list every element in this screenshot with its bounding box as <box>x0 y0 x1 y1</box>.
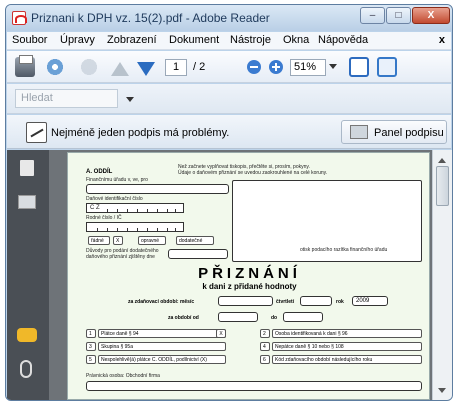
signature-pen-icon <box>350 125 368 139</box>
page-number-input[interactable]: 1 <box>165 59 187 76</box>
close-button[interactable]: X <box>412 7 450 24</box>
signature-message-bar: Nejméně jeden podpis má problémy. Panel … <box>7 115 451 149</box>
title-bar: Priznani k DPH vz. 15(2).pdf - Adobe Rea… <box>6 5 452 31</box>
year-label: rok <box>336 299 344 305</box>
row-label: Nespolehlivě(á) plátce C. ODDÍL, podílni… <box>98 355 226 364</box>
signature-panel-label: Panel podpisu <box>374 127 444 139</box>
row-label: Plátce daně § 94 <box>98 329 226 338</box>
row-number: 6 <box>260 355 270 364</box>
stamp-label: otisk podacího razítka finančního úřadu <box>300 247 388 253</box>
section-a-heading: A. ODDÍL <box>86 169 113 175</box>
row-label: Skupina § 95a <box>98 342 226 351</box>
row-number: 3 <box>86 342 96 351</box>
form-subtitle: k dani z přidané hodnoty <box>202 282 297 291</box>
row-label: Osoba identifikovaná k dani § 96 <box>272 329 422 338</box>
type-radne-checkbox[interactable]: X <box>113 236 123 245</box>
tax-office-field[interactable] <box>86 184 229 194</box>
rc-field[interactable] <box>86 222 184 232</box>
type-opravne-checkbox[interactable]: opravné <box>138 236 166 245</box>
pdf-page: Než začnete vyplňovat tiskopis, přečtěte… <box>67 152 430 400</box>
page-total: / 2 <box>193 61 206 73</box>
signatures-icon[interactable] <box>18 195 36 209</box>
fit-page-icon[interactable] <box>349 57 369 77</box>
row-number: 5 <box>86 355 96 364</box>
signature-message: Nejméně jeden podpis má problémy. <box>51 127 230 139</box>
search-input[interactable]: Hledat <box>15 89 118 108</box>
close-document-icon[interactable]: x <box>439 34 445 46</box>
period-to-label: do <box>271 315 278 321</box>
period-label: za zdaňovací období: měsíc <box>128 299 195 305</box>
menu-napoveda[interactable]: Nápověda <box>318 34 368 46</box>
window-title: Priznani k DPH vz. 15(2).pdf - Adobe Rea… <box>31 11 270 25</box>
quarter-label: čtvrtletí <box>276 299 295 305</box>
dic-field[interactable]: C Z <box>86 203 184 213</box>
year-field[interactable]: 2009 <box>352 296 388 306</box>
reader-window: Priznani k DPH vz. 15(2).pdf - Adobe Rea… <box>5 4 453 401</box>
zoom-select[interactable]: 51% <box>290 59 326 76</box>
period-from-field[interactable] <box>218 312 258 322</box>
signature-warning-icon <box>26 122 47 143</box>
find-bar: Hledat <box>7 84 451 114</box>
row-label: Kód zdaňovacího období následujícího rok… <box>272 355 422 364</box>
row-label: Nepátce daně § 10 nebo § 108 <box>272 342 422 351</box>
menu-nastroje[interactable]: Nástroje <box>230 34 271 46</box>
collaborate-icon[interactable] <box>79 57 99 77</box>
field-label: daňového přiznání zjištěny dne <box>86 254 155 260</box>
maximize-button[interactable]: □ <box>386 7 411 24</box>
row-number: 4 <box>260 342 270 351</box>
document-area: Než začnete vyplňovat tiskopis, přečtěte… <box>49 150 432 400</box>
period-from-label: za období od <box>168 315 199 321</box>
menu-dokument[interactable]: Dokument <box>169 34 219 46</box>
next-page-icon[interactable] <box>137 62 155 85</box>
menu-okna[interactable]: Okna <box>283 34 309 46</box>
scroll-up-icon[interactable] <box>438 154 446 163</box>
zoom-in-icon[interactable] <box>269 60 283 74</box>
form-title: PŘIZNÁNÍ <box>198 265 301 282</box>
scroll-thumb[interactable] <box>436 166 449 206</box>
attachments-icon[interactable] <box>20 360 32 378</box>
print-icon[interactable] <box>15 55 35 77</box>
adobe-reader-icon <box>12 11 27 25</box>
footer-label: Právnická osoba: Obchodní firma <box>86 373 160 379</box>
row-number: 1 <box>86 329 96 338</box>
zoom-dropdown-icon[interactable] <box>329 64 337 73</box>
toolbar: 1 / 2 51% <box>7 51 451 83</box>
search-options-icon[interactable] <box>126 97 134 106</box>
minimize-button[interactable]: – <box>360 7 385 24</box>
header-note: Údaje o daňovém přiznání se uvedou zaokr… <box>178 170 328 176</box>
menu-upravy[interactable]: Úpravy <box>60 34 95 46</box>
quarter-field[interactable] <box>300 296 332 306</box>
navigation-pane <box>7 150 49 400</box>
reasons-date-field[interactable] <box>168 249 228 259</box>
month-field[interactable] <box>218 296 273 306</box>
field-label: Finančnímu úřadu v, ve, pro <box>86 177 148 183</box>
field-label: Rodné číslo / IČ <box>86 215 122 221</box>
previous-page-icon[interactable] <box>111 53 129 76</box>
vertical-scrollbar[interactable] <box>432 150 452 400</box>
menu-soubor[interactable]: Soubor <box>12 34 47 46</box>
scroll-down-icon[interactable] <box>438 388 446 397</box>
period-to-field[interactable] <box>283 312 323 322</box>
pages-icon[interactable] <box>20 160 34 176</box>
type-radne-label: řádné <box>88 236 110 245</box>
full-screen-icon[interactable] <box>377 57 397 77</box>
type-dodatecne-checkbox[interactable]: dodatečné <box>176 236 214 245</box>
create-pdf-icon[interactable] <box>45 57 65 77</box>
row-number: 2 <box>260 329 270 338</box>
zoom-out-icon[interactable] <box>247 60 261 74</box>
row-checkbox[interactable]: X <box>216 329 226 338</box>
signature-panel-button[interactable]: Panel podpisu <box>341 120 447 144</box>
comments-icon[interactable] <box>17 328 37 342</box>
menu-zobrazeni[interactable]: Zobrazení <box>107 34 157 46</box>
menu-bar: Soubor Úpravy Zobrazení Dokument Nástroj… <box>7 32 451 50</box>
company-name-field[interactable] <box>86 381 422 391</box>
field-label: Daňové identifikační číslo <box>86 196 143 202</box>
